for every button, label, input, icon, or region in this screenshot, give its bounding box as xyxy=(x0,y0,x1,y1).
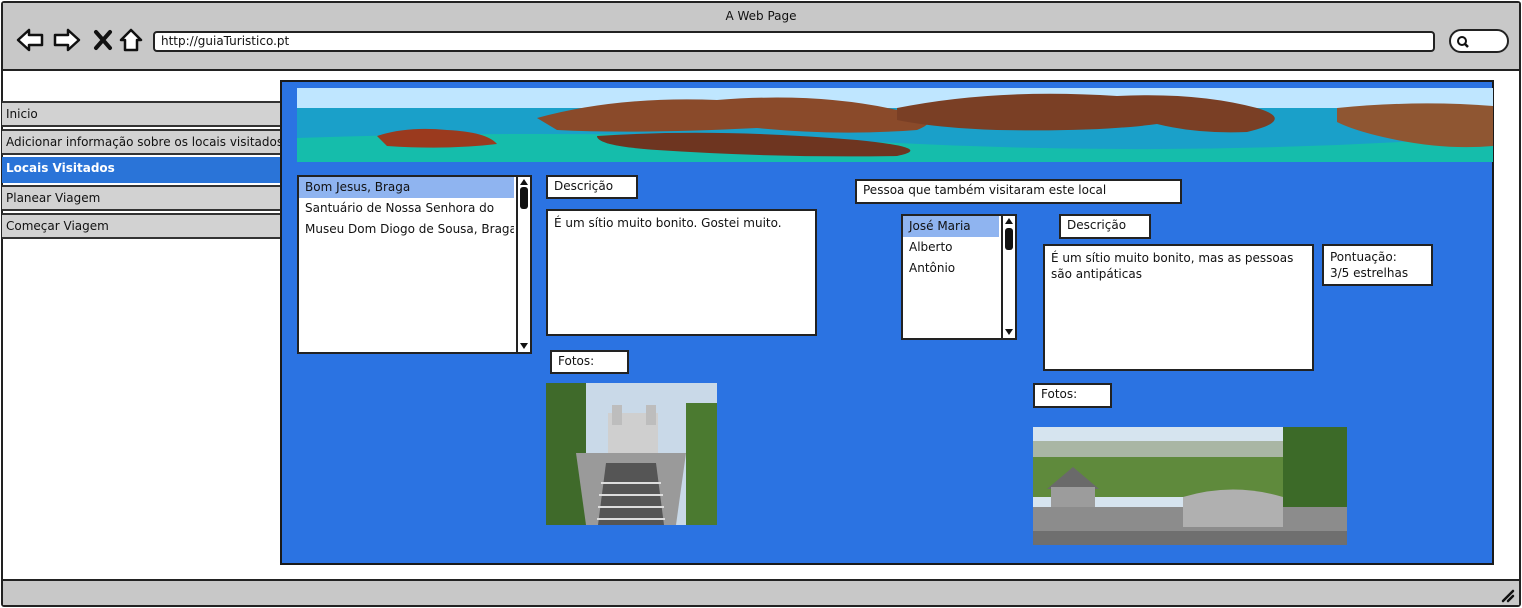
places-scrollbar[interactable] xyxy=(516,177,530,352)
photos-label: Fotos: xyxy=(550,350,629,374)
scroll-down-icon[interactable] xyxy=(520,343,528,349)
url-bar[interactable]: http://guiaTuristico.pt xyxy=(153,31,1435,52)
description-label: Descrição xyxy=(546,175,638,199)
banner-image xyxy=(297,88,1493,162)
place-photo xyxy=(546,383,717,525)
visitor-description-label: Descrição xyxy=(1059,214,1151,239)
places-list[interactable]: Bom Jesus, Braga Santuário de Nossa Senh… xyxy=(297,175,532,354)
home-icon[interactable] xyxy=(116,25,146,55)
list-item[interactable]: Museu Dom Diogo de Sousa, Braga xyxy=(299,219,514,240)
browser-chrome: A Web Page http://guiaTuristico.pt xyxy=(3,3,1519,71)
scroll-up-icon[interactable] xyxy=(520,179,528,185)
other-visitors-label: Pessoa que também visitaram este local xyxy=(855,179,1182,204)
visitor-description-text[interactable]: É um sítio muito bonito, mas as pessoas … xyxy=(1043,244,1314,371)
visitor-photo xyxy=(1033,427,1347,545)
sidebar-item-adicionar-informacao[interactable]: Adicionar informação sobre os locais vis… xyxy=(2,129,282,155)
list-item[interactable]: Antônio xyxy=(903,258,999,279)
close-icon[interactable] xyxy=(88,25,118,55)
resize-grip-icon[interactable] xyxy=(1499,587,1515,603)
scroll-thumb[interactable] xyxy=(1005,228,1013,250)
sidebar-item-planear-viagem[interactable]: Planear Viagem xyxy=(2,185,282,211)
window-title: A Web Page xyxy=(725,9,797,23)
visitor-photos-label: Fotos: xyxy=(1033,383,1112,408)
list-item[interactable]: Bom Jesus, Braga xyxy=(299,177,514,198)
rating-box: Pontuação: 3/5 estrelhas xyxy=(1322,244,1433,286)
search-box[interactable] xyxy=(1449,29,1509,53)
sidebar-item-comecar-viagem[interactable]: Começar Viagem xyxy=(2,213,282,239)
scroll-up-icon[interactable] xyxy=(1005,218,1013,224)
people-scrollbar[interactable] xyxy=(1001,216,1015,338)
people-list[interactable]: José Maria Alberto Antônio xyxy=(901,214,1017,340)
rating-value: 3/5 estrelhas xyxy=(1330,266,1409,280)
scroll-down-icon[interactable] xyxy=(1005,329,1013,335)
list-item[interactable]: Santuário de Nossa Senhora do xyxy=(299,198,514,219)
sidebar-item-locais-visitados[interactable]: Locais Visitados xyxy=(2,157,282,183)
list-item[interactable]: José Maria xyxy=(903,216,999,237)
list-item[interactable]: Alberto xyxy=(903,237,999,258)
description-text[interactable]: É um sítio muito bonito. Gostei muito. xyxy=(546,209,817,336)
status-bar xyxy=(3,579,1519,605)
sidebar-item-inicio[interactable]: Inicio xyxy=(2,101,282,127)
rating-label: Pontuação: xyxy=(1330,250,1397,264)
search-icon xyxy=(1457,36,1469,48)
forward-arrow-icon[interactable] xyxy=(52,25,82,55)
back-arrow-icon[interactable] xyxy=(15,25,45,55)
scroll-thumb[interactable] xyxy=(520,187,528,209)
